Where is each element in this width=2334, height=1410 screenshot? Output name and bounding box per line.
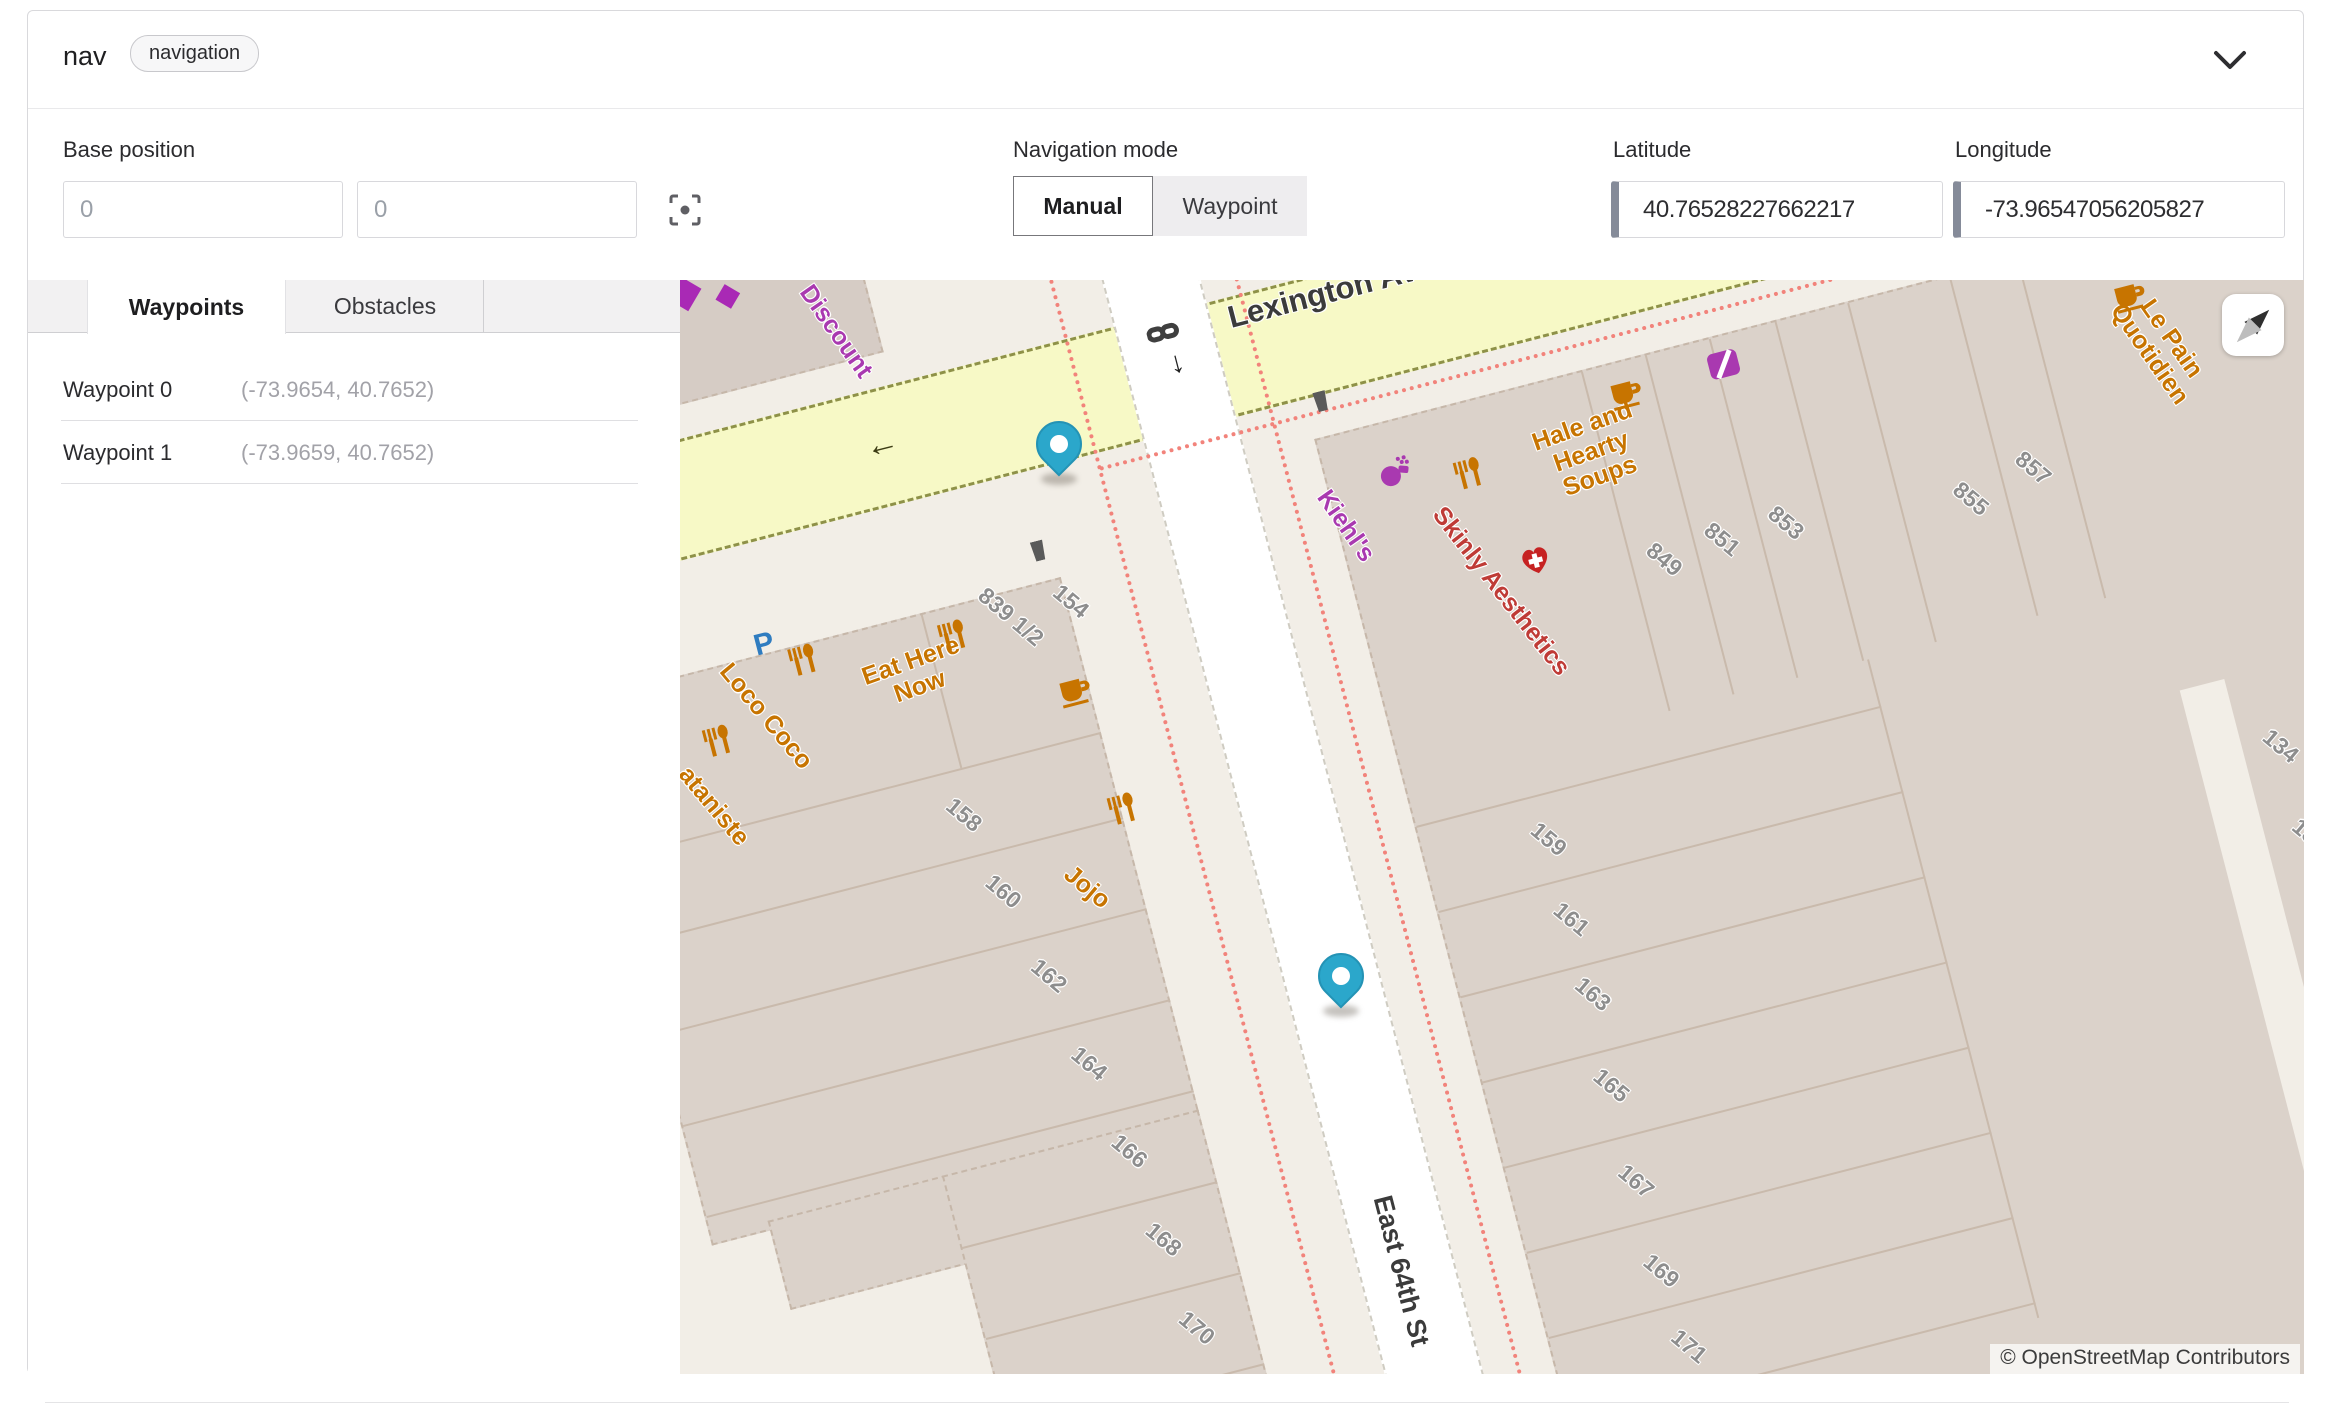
navigation-type-badge: navigation [130, 35, 259, 72]
navigation-mode-label: Navigation mode [1013, 137, 1178, 163]
latitude-input[interactable] [1611, 181, 1943, 238]
navigation-mode-toggle: Manual Waypoint [1013, 176, 1307, 236]
mode-waypoint-button[interactable]: Waypoint [1153, 176, 1307, 236]
card-title: nav [63, 41, 107, 72]
center-base-icon[interactable] [669, 194, 701, 226]
card-header: nav navigation [28, 11, 2303, 109]
base-y-input[interactable] [357, 181, 637, 238]
waypoint-list-item[interactable]: Waypoint 1 (-73.9659, 40.7652) [61, 421, 638, 484]
mode-manual-button[interactable]: Manual [1013, 176, 1153, 236]
longitude-label: Longitude [1955, 137, 2052, 163]
compass-button[interactable] [2222, 294, 2284, 356]
building-block [1314, 280, 2304, 1374]
map-attribution: © OpenStreetMap Contributors [1990, 1344, 2300, 1374]
tab-waypoints[interactable]: Waypoints [87, 280, 286, 334]
waypoint-list-item[interactable]: Waypoint 0 (-73.9654, 40.7652) [61, 358, 638, 421]
nav-card: nav navigation Base position Navigation … [27, 10, 2304, 1374]
map-tile-layer: Lexington Ave East 64th St ↓ ← Discount … [680, 280, 2304, 1374]
waypoint-coords: (-73.9659, 40.7652) [241, 440, 434, 466]
sidebar-tabbar: Waypoints Obstacles [28, 280, 680, 333]
longitude-input[interactable] [1953, 181, 2285, 238]
restaurant-icon [1101, 790, 1140, 829]
content-row: Waypoints Obstacles Waypoint 0 (-73.9654… [28, 280, 2303, 1374]
waypoint-coords: (-73.9654, 40.7652) [241, 377, 434, 403]
base-x-input[interactable] [63, 181, 343, 238]
next-card-divider [45, 1402, 2289, 1403]
waypoints-sidebar: Waypoints Obstacles Waypoint 0 (-73.9654… [28, 280, 680, 1374]
base-position-label: Base position [63, 137, 195, 163]
waste-basket-icon [1027, 539, 1049, 563]
waypoint-name: Waypoint 0 [63, 377, 172, 403]
tab-obstacles[interactable]: Obstacles [287, 280, 484, 333]
map[interactable]: Lexington Ave East 64th St ↓ ← Discount … [680, 280, 2304, 1374]
collapse-chevron-icon[interactable] [2213, 49, 2247, 71]
latitude-label: Latitude [1613, 137, 1691, 163]
waypoint-name: Waypoint 1 [63, 440, 172, 466]
